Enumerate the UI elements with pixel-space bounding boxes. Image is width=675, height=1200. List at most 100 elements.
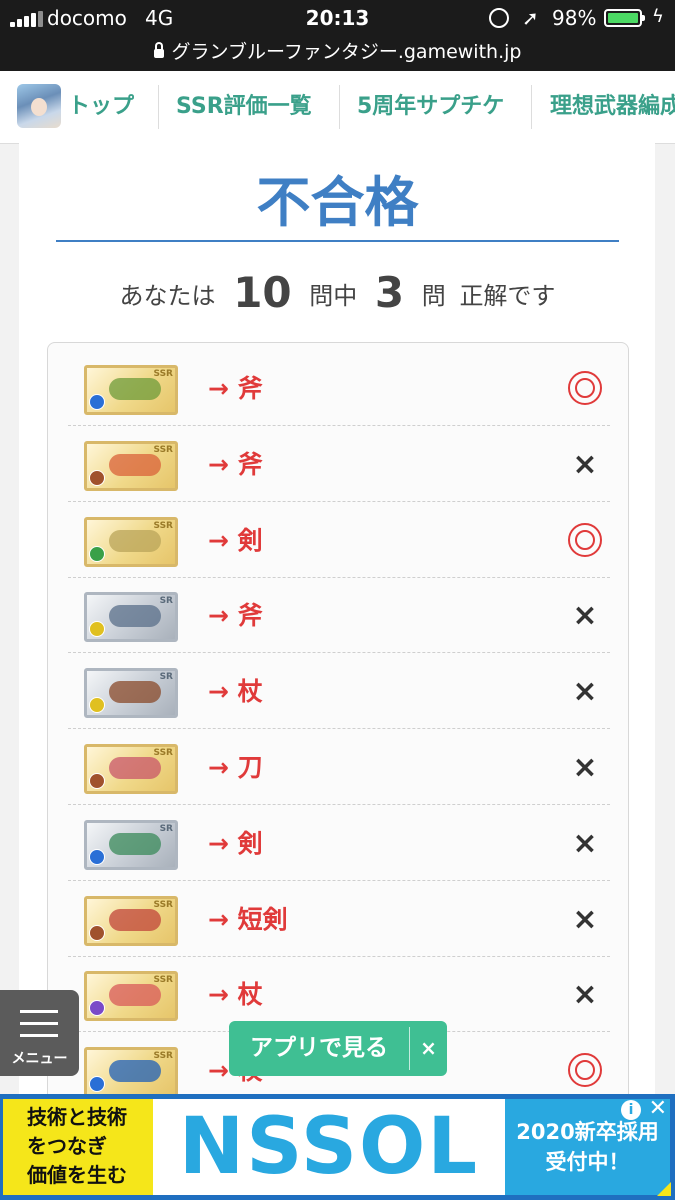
weapon-thumbnail: SSR bbox=[84, 440, 178, 491]
answer-row: SSR → 剣 bbox=[68, 503, 610, 578]
weapon-thumbnail: SSR bbox=[84, 516, 178, 567]
rarity-badge: SSR bbox=[153, 369, 174, 379]
nav-divider bbox=[531, 85, 532, 129]
weapon-art bbox=[109, 908, 161, 931]
answer-text: → 剣 bbox=[208, 525, 263, 555]
answer-text: → 短剣 bbox=[208, 904, 288, 934]
weapon-art bbox=[109, 757, 161, 779]
hamburger-icon bbox=[20, 1010, 58, 1038]
answer-row: SR → 剣 × bbox=[68, 806, 610, 881]
answer-text: → 斧 bbox=[208, 601, 263, 631]
total-questions: 10 bbox=[233, 268, 292, 317]
cross-mark: × bbox=[572, 977, 598, 1013]
weapon-thumbnail: SR bbox=[84, 819, 178, 870]
weapon-thumbnail: SSR bbox=[84, 895, 178, 946]
nav-divider bbox=[339, 85, 340, 129]
padlock-icon bbox=[153, 42, 164, 58]
element-orb-icon bbox=[89, 773, 105, 789]
incorrect-cross-icon: × bbox=[564, 730, 604, 805]
weapon-art bbox=[109, 529, 161, 552]
ad-close-icon[interactable]: ✕ bbox=[649, 1096, 667, 1121]
weapon-art bbox=[109, 453, 161, 476]
answer-text: → 刀 bbox=[208, 753, 263, 782]
answer-text: → 杖 bbox=[208, 677, 263, 707]
element-orb-icon bbox=[89, 1000, 105, 1017]
nav-item-5th-anniversary-ticket[interactable]: 5周年サプチケ bbox=[357, 71, 504, 143]
element-orb-icon bbox=[89, 1076, 105, 1093]
score-line: あなたは 10 問中 3 問 正解です bbox=[0, 268, 675, 317]
nav-divider bbox=[158, 85, 159, 129]
rarity-badge: SSR bbox=[153, 748, 174, 758]
cross-mark: × bbox=[572, 825, 598, 861]
answer-row: SSR → 刀 × bbox=[68, 730, 610, 805]
open-in-app-button[interactable]: アプリで見る bbox=[229, 1021, 409, 1076]
answer-text: → 剣 bbox=[208, 828, 263, 858]
weapon-art bbox=[109, 378, 161, 400]
answer-text: → 斧 bbox=[208, 449, 263, 479]
incorrect-cross-icon: × bbox=[564, 957, 604, 1032]
rarity-badge: SSR bbox=[153, 1051, 174, 1062]
correct-double-circle-icon bbox=[564, 351, 604, 426]
title-divider bbox=[56, 240, 619, 242]
open-in-app-banner: アプリで見る × bbox=[229, 1021, 447, 1076]
ad-info-icon[interactable]: i bbox=[621, 1100, 641, 1120]
element-orb-icon bbox=[89, 621, 105, 638]
ad-tagline: 技術と技術 をつなぎ 価値を生む bbox=[3, 1099, 153, 1195]
rarity-badge: SSR bbox=[153, 975, 174, 986]
status-bar: docomo 4G 20:13 ➚ 98% ϟ グランブルーファンタジー.gam… bbox=[0, 0, 675, 71]
rarity-badge: SR bbox=[159, 672, 173, 683]
ad-recruit-line: 2020新卒採用 bbox=[516, 1120, 659, 1144]
charging-icon: ϟ bbox=[652, 6, 664, 27]
answer-row: SR → 斧 × bbox=[68, 578, 610, 654]
nav-item-ideal-weapon-grid[interactable]: 理想武器編成 bbox=[550, 71, 675, 143]
ad-recruit-text: 2020新卒採用 受付中！ bbox=[505, 1099, 670, 1195]
nav-item-top[interactable]: トップ bbox=[68, 71, 134, 143]
url-text: グランブルーファンタジー.gamewith.jp bbox=[171, 41, 522, 63]
top-nav: トップ SSR評価一覧 5周年サプチケ 理想武器編成 bbox=[0, 71, 675, 144]
element-orb-icon bbox=[89, 394, 105, 410]
result-title: 不合格 bbox=[256, 171, 419, 234]
nav-item-ssr-ratings[interactable]: SSR評価一覧 bbox=[176, 71, 312, 143]
score-suffix: 正解です bbox=[459, 282, 556, 310]
element-orb-icon bbox=[89, 545, 105, 562]
ad-tagline-line: 技術と技術 bbox=[27, 1105, 127, 1129]
cross-mark: × bbox=[572, 750, 598, 785]
answer-row: SSR → 短剣 × bbox=[68, 882, 610, 957]
weapon-thumbnail: SR bbox=[84, 668, 178, 719]
score-mid1: 問中 bbox=[309, 282, 358, 310]
incorrect-cross-icon: × bbox=[564, 427, 604, 502]
cross-mark: × bbox=[572, 598, 598, 634]
element-orb-icon bbox=[89, 924, 105, 941]
double-circle-shape bbox=[568, 371, 602, 405]
ad-brand-logo: NSSOL bbox=[153, 1099, 505, 1195]
element-orb-icon bbox=[89, 469, 105, 486]
cross-mark: × bbox=[572, 446, 598, 482]
weapon-art bbox=[109, 1060, 161, 1083]
ad-banner[interactable]: 技術と技術 をつなぎ 価値を生む NSSOL 2020新卒採用 受付中！ i ✕ bbox=[0, 1094, 675, 1200]
double-circle-shape bbox=[568, 522, 602, 557]
incorrect-cross-icon: × bbox=[564, 654, 604, 729]
site-logo-avatar[interactable] bbox=[17, 84, 61, 128]
ad-corner-triangle-icon bbox=[657, 1182, 671, 1196]
answer-row: SSR → 斧 bbox=[68, 351, 610, 426]
weapon-art bbox=[109, 605, 161, 628]
battery-icon bbox=[604, 9, 645, 27]
address-bar[interactable]: グランブルーファンタジー.gamewith.jp bbox=[0, 37, 675, 64]
incorrect-cross-icon: × bbox=[564, 578, 604, 653]
answer-row: SSR → 斧 × bbox=[68, 427, 610, 502]
answer-text: → 斧 bbox=[208, 374, 263, 403]
cross-mark: × bbox=[572, 674, 598, 710]
ad-recruit-line: 受付中！ bbox=[545, 1150, 630, 1174]
correct-double-circle-icon bbox=[564, 503, 604, 578]
element-orb-icon bbox=[89, 697, 105, 714]
close-banner-button[interactable]: × bbox=[410, 1021, 447, 1076]
battery-percent: 98% bbox=[552, 6, 597, 30]
rarity-badge: SR bbox=[159, 823, 173, 834]
double-circle-shape bbox=[568, 1053, 602, 1088]
weapon-thumbnail: SSR bbox=[84, 365, 178, 415]
rarity-badge: SSR bbox=[153, 899, 174, 910]
weapon-thumbnail: SSR bbox=[84, 744, 178, 794]
weapon-art bbox=[109, 984, 161, 1007]
rarity-badge: SR bbox=[159, 596, 173, 607]
menu-button[interactable]: メニュー bbox=[0, 990, 79, 1076]
